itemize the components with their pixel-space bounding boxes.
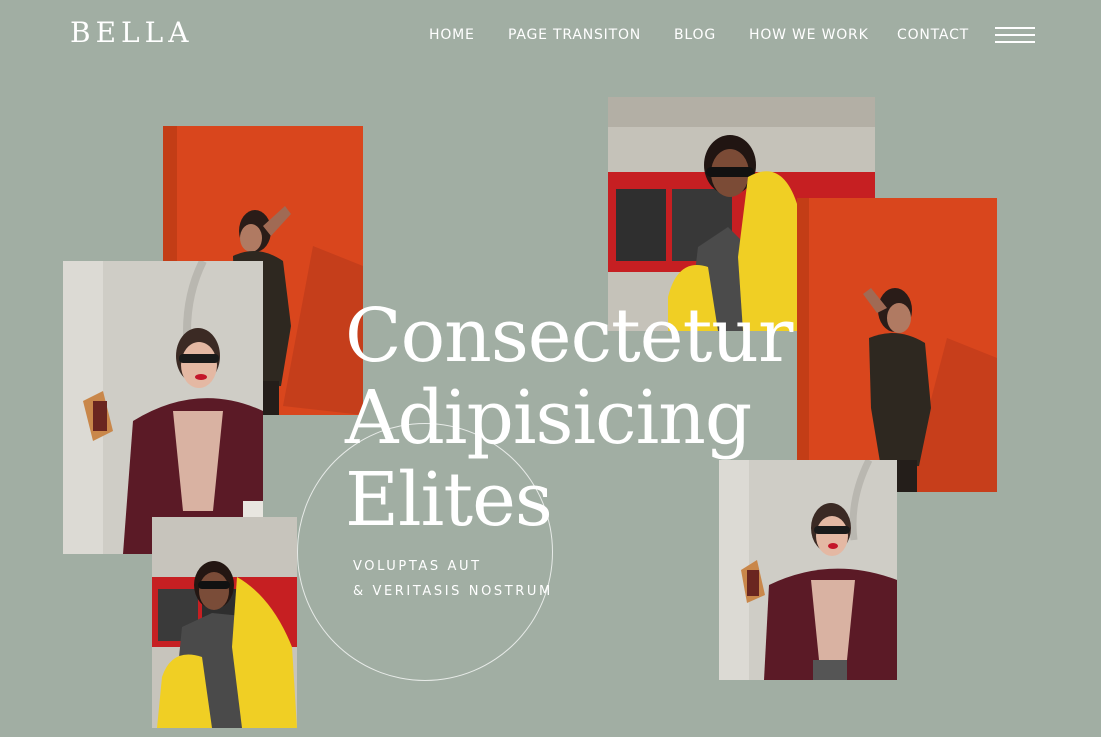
- hero-title-line-3: Elites: [345, 457, 553, 543]
- photo-yellow-jacket-left: [152, 517, 297, 728]
- brand-logo[interactable]: BELLA: [70, 15, 193, 51]
- photo-burgundy-coat-left: [63, 261, 263, 554]
- hero-subtitle-line-2: & VERITASIS NOSTRUM: [353, 584, 553, 599]
- nav-item-contact[interactable]: CONTACT: [897, 25, 969, 45]
- hero-subtitle-line-1: VOLUPTAS AUT: [353, 559, 482, 574]
- photo-orange-wall-right: [797, 198, 997, 492]
- hero-title: Consectetur Adipisicing Elites: [345, 293, 793, 543]
- nav-item-home[interactable]: HOME: [429, 25, 475, 45]
- hero-title-line-1: Consectetur: [345, 293, 793, 379]
- nav-item-how-we-work[interactable]: HOW WE WORK: [749, 25, 869, 45]
- nav-item-blog[interactable]: BLOG: [674, 25, 716, 45]
- hamburger-icon[interactable]: [995, 26, 1035, 44]
- hero-title-line-2: Adipisicing: [345, 375, 752, 461]
- nav-item-page-transition[interactable]: PAGE TRANSITON: [508, 25, 641, 45]
